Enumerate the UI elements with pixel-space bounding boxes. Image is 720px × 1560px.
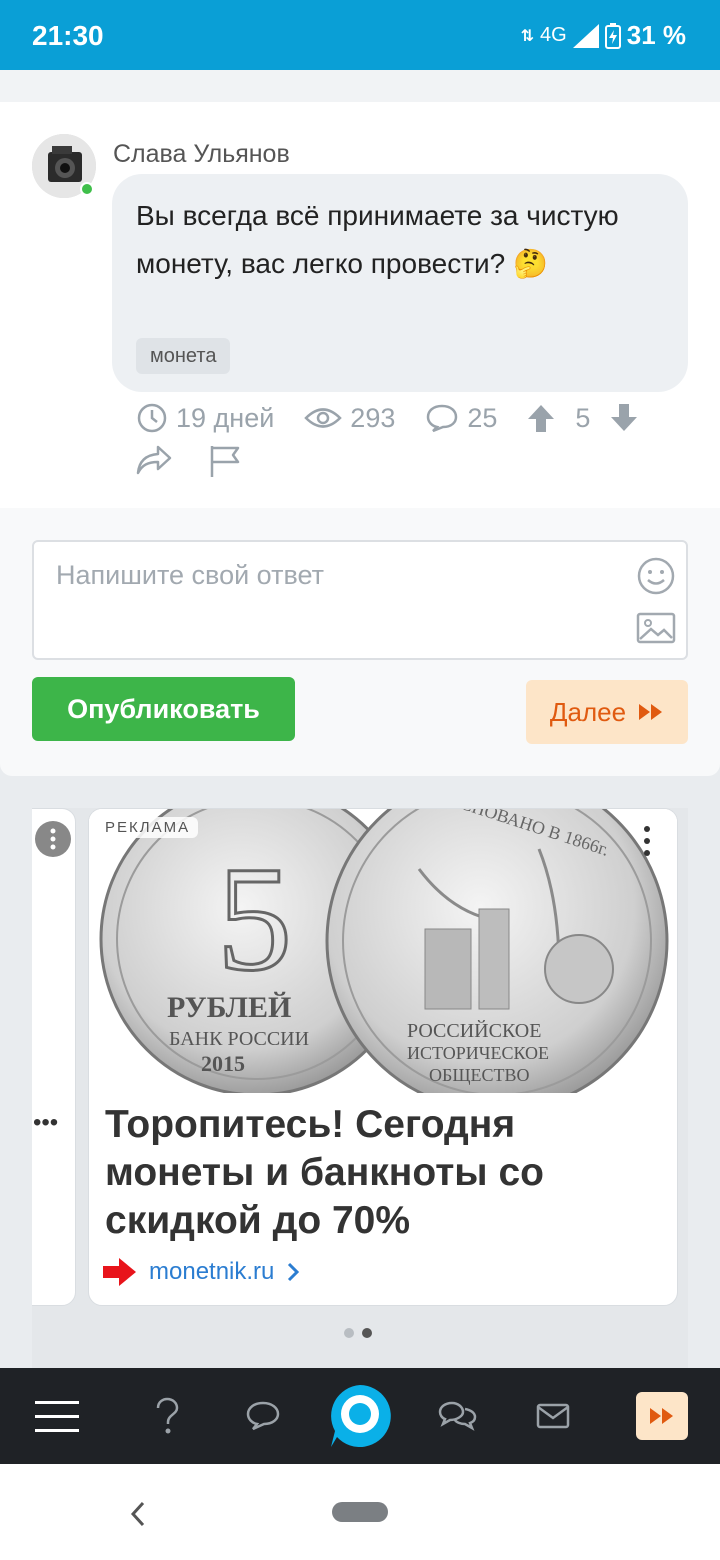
question-age: 19 дней <box>176 402 275 433</box>
envelope-icon <box>536 1403 570 1429</box>
coins-image: 5 РУБЛЕЙ БАНК РОССИИ 2015 ОСНОВАНО В 186… <box>89 809 677 1113</box>
views-count: 293 <box>350 402 396 433</box>
battery-percent: 31 % <box>626 20 686 50</box>
comment-icon <box>246 1401 280 1431</box>
image-attach-icon[interactable] <box>636 612 676 644</box>
answers-group[interactable]: 25 <box>425 403 497 434</box>
coin-left-year: 2015 <box>201 1051 245 1076</box>
bottom-nav <box>0 1368 720 1464</box>
age-group: 19 дней <box>136 402 274 434</box>
system-nav-bar <box>0 1464 720 1560</box>
ad-carousel: ••• 5 РУБЛЕЙ БАНК РОССИИ 2015 ОСНОВАНО В… <box>32 808 688 1368</box>
share-icon[interactable] <box>136 444 172 476</box>
more-vertical-icon[interactable] <box>637 821 657 861</box>
author-name[interactable]: Слава Ульянов <box>113 140 290 169</box>
next-label: Далее <box>549 696 627 727</box>
nav-home[interactable] <box>322 1368 398 1464</box>
answers-count: 25 <box>467 402 498 433</box>
red-arrow-icon <box>103 1258 136 1286</box>
question-card: Слава Ульянов Вы всегда всё принимаете з… <box>0 102 720 508</box>
signal-icon <box>572 23 599 48</box>
status-time: 21:30 <box>32 20 104 51</box>
next-button[interactable]: Далее <box>526 680 688 744</box>
back-icon[interactable] <box>128 1500 148 1528</box>
question-meta: 19 дней 293 25 5 <box>136 402 668 434</box>
status-bar: 21:30 ⇅ 4G 31 % <box>0 0 720 70</box>
ellipsis-icon: ••• <box>33 1109 59 1136</box>
chats-icon <box>438 1401 477 1431</box>
coin-left-bank: БАНК РОССИИ <box>169 1028 309 1050</box>
question-bubble[interactable]: Вы всегда всё принимаете за чистую монет… <box>112 174 688 392</box>
chevron-right-icon <box>288 1262 300 1282</box>
carousel-dot[interactable] <box>344 1328 354 1338</box>
question-text: Вы всегда всё принимаете за чистую монет… <box>136 200 619 279</box>
answer-form: Напишите свой ответ Опубликовать Далее <box>0 508 720 776</box>
menu-button[interactable] <box>20 1368 94 1464</box>
answer-input[interactable]: Напишите свой ответ <box>32 540 688 660</box>
answer-placeholder: Напишите свой ответ <box>56 560 324 590</box>
more-vertical-icon[interactable] <box>33 819 73 859</box>
eye-icon <box>304 408 343 428</box>
status-icons: ⇅ 4G 31 % <box>521 20 686 51</box>
ad-link-text: monetnik.ru <box>149 1258 275 1285</box>
battery-icon <box>604 22 621 49</box>
nav-answers[interactable] <box>226 1368 300 1464</box>
nav-chats[interactable] <box>420 1368 494 1464</box>
ad-card[interactable]: 5 РУБЛЕЙ БАНК РОССИИ 2015 ОСНОВАНО В 186… <box>88 808 678 1306</box>
votes-count: 5 <box>575 402 591 433</box>
coin-left-denomination: 5 <box>217 836 292 1002</box>
logo-icon <box>331 1385 391 1447</box>
question-mark-icon <box>156 1397 179 1434</box>
votes-group: 5 <box>527 403 638 434</box>
publish-button[interactable]: Опубликовать <box>32 677 295 741</box>
tag-chip[interactable]: монета <box>136 338 231 374</box>
carousel-dot-active[interactable] <box>362 1328 372 1338</box>
network-type: 4G <box>540 24 567 46</box>
fast-forward-icon <box>650 1408 673 1424</box>
nav-questions[interactable] <box>130 1368 204 1464</box>
upvote-icon[interactable] <box>527 403 555 433</box>
report-flag-icon[interactable] <box>208 444 242 478</box>
ad-link[interactable]: monetnik.ru <box>103 1257 300 1287</box>
coin-right-line2: ИСТОРИЧЕСКОЕ <box>407 1043 549 1063</box>
data-arrows-icon: ⇅ <box>520 27 535 45</box>
coin-right-line1: РОССИЙСКОЕ <box>407 1019 541 1042</box>
hamburger-icon <box>35 1401 79 1432</box>
online-indicator <box>80 182 94 196</box>
home-pill[interactable] <box>332 1502 388 1522</box>
ad-label: РЕКЛАМА <box>97 817 199 838</box>
fast-forward-icon <box>639 704 663 720</box>
comment-icon <box>427 404 458 433</box>
ad-previous-card[interactable]: ••• <box>32 808 76 1306</box>
downvote-icon[interactable] <box>610 403 638 433</box>
nav-next-box <box>636 1392 688 1440</box>
carousel-dots <box>344 1328 372 1338</box>
coin-left-word: РУБЛЕЙ <box>167 991 291 1024</box>
nav-messages[interactable] <box>516 1368 590 1464</box>
top-spacer <box>0 70 720 102</box>
ad-image: 5 РУБЛЕЙ БАНК РОССИИ 2015 ОСНОВАНО В 186… <box>89 809 677 1113</box>
coin-right-line3: ОБЩЕСТВО <box>429 1065 530 1085</box>
question-actions <box>136 444 242 478</box>
views-group: 293 <box>304 403 395 434</box>
nav-next-button[interactable] <box>636 1368 688 1464</box>
clock-icon <box>137 403 167 433</box>
ad-headline[interactable]: Торопитесь! Сегодня монеты и банкноты со… <box>105 1101 625 1245</box>
emoji-icon[interactable] <box>636 556 676 596</box>
